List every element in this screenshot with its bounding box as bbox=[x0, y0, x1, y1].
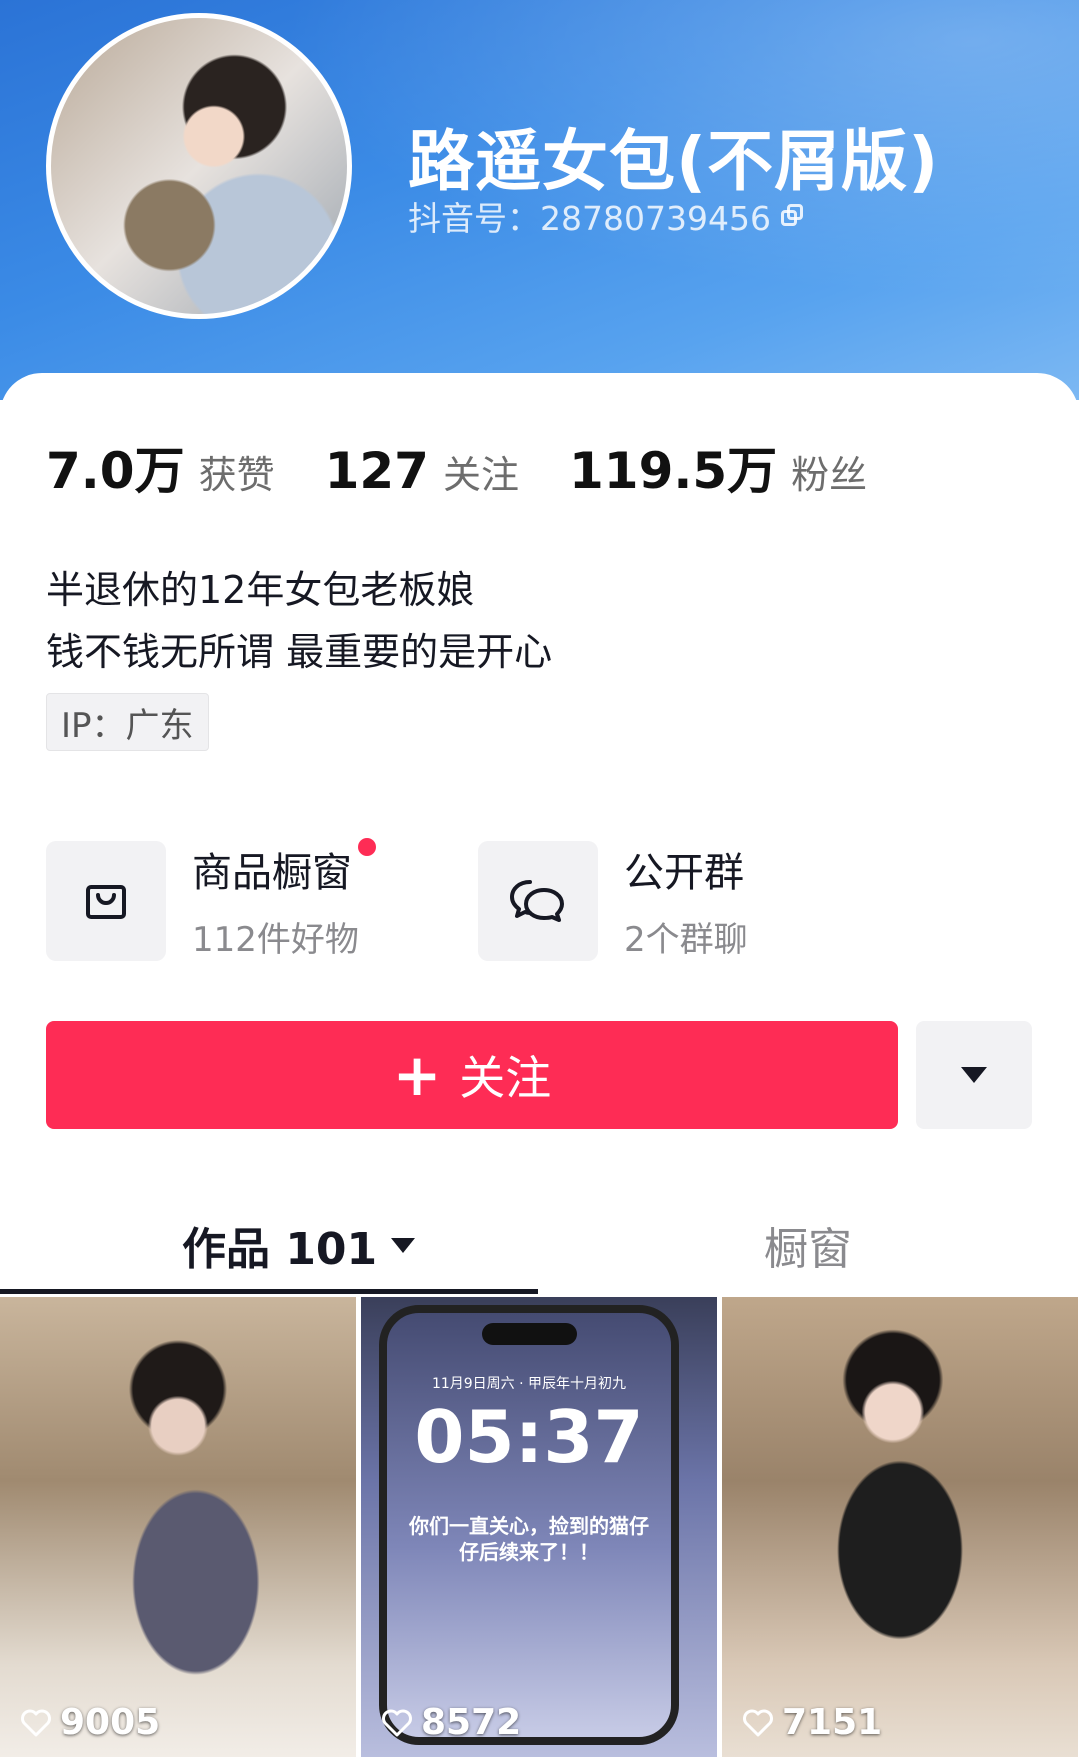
public-group-title: 公开群 bbox=[624, 850, 744, 896]
phone-screen-image: 11月9日周六 · 甲辰年十月初九 05:37 你们一直关心，捡到的猫仔仔后续来… bbox=[379, 1305, 679, 1745]
like-count: 7151 bbox=[742, 1702, 882, 1743]
lock-screen-time: 05:37 bbox=[414, 1395, 644, 1479]
profile-card: 7.0万 获赞 127 关注 119.5万 粉丝 半退休的12年女包老板娘 钱不… bbox=[0, 373, 1079, 1757]
stat-value: 127 bbox=[324, 442, 429, 500]
shopping-bag-icon bbox=[46, 840, 166, 961]
video-thumbnail[interactable]: 11月9日周六 · 甲辰年十月初九 05:37 你们一直关心，捡到的猫仔仔后续来… bbox=[361, 1297, 717, 1757]
ip-location-tag: IP：广东 bbox=[46, 693, 209, 751]
more-options-button[interactable] bbox=[916, 1021, 1032, 1129]
heart-icon bbox=[21, 1709, 51, 1736]
shop-window-title: 商品橱窗 bbox=[192, 838, 376, 898]
profile-name: 路遥女包(不屑版) bbox=[408, 123, 940, 200]
content-tabs: 作品 101 橱窗 bbox=[0, 1205, 1079, 1293]
tab-shop-window[interactable]: 橱窗 bbox=[764, 1205, 852, 1285]
follow-label: 关注 bbox=[459, 1051, 552, 1105]
shop-window-count: 112件好物 bbox=[192, 920, 359, 960]
video-caption: 你们一直关心，捡到的猫仔仔后续来了！！ bbox=[409, 1514, 649, 1564]
avatar[interactable] bbox=[46, 13, 352, 319]
public-group-count: 2个群聊 bbox=[624, 920, 748, 960]
video-thumbnail[interactable]: 7151 bbox=[722, 1297, 1078, 1757]
stat-value: 119.5万 bbox=[568, 442, 778, 500]
public-group-shortcut[interactable]: 公开群 2个群聊 bbox=[478, 840, 748, 961]
like-count: 9005 bbox=[20, 1702, 160, 1743]
plus-icon: + bbox=[392, 1041, 442, 1109]
stat-label: 粉丝 bbox=[791, 453, 868, 497]
stats-row: 7.0万 获赞 127 关注 119.5万 粉丝 bbox=[46, 431, 917, 503]
chat-bubbles-icon bbox=[478, 840, 598, 961]
douyin-id[interactable]: 抖音号：28780739456 bbox=[408, 192, 805, 240]
lock-screen-date: 11月9日周六 · 甲辰年十月初九 bbox=[431, 1376, 627, 1392]
bio-line: 钱不钱无所谓 最重要的是开心 bbox=[46, 630, 553, 674]
stat-value: 7.0万 bbox=[46, 442, 185, 500]
stat-label: 获赞 bbox=[198, 453, 275, 497]
tab-works[interactable]: 作品 101 bbox=[182, 1205, 416, 1285]
like-count: 8572 bbox=[381, 1702, 521, 1743]
heart-icon bbox=[743, 1709, 773, 1736]
bio: 半退休的12年女包老板娘 钱不钱无所谓 最重要的是开心 bbox=[46, 559, 552, 683]
stat-label: 关注 bbox=[442, 453, 519, 497]
active-tab-indicator bbox=[0, 1289, 538, 1294]
caret-down-icon bbox=[961, 1067, 987, 1083]
douyin-id-text: 抖音号：28780739456 bbox=[408, 199, 771, 238]
stat-followers[interactable]: 119.5万 粉丝 bbox=[569, 431, 867, 503]
tab-shop-label: 橱窗 bbox=[764, 1224, 852, 1275]
shop-window-shortcut[interactable]: 商品橱窗 112件好物 bbox=[46, 838, 376, 961]
follow-button[interactable]: + 关注 bbox=[46, 1021, 898, 1129]
caret-down-icon bbox=[391, 1237, 416, 1253]
video-grid: 9005 11月9日周六 · 甲辰年十月初九 05:37 你们一直关心，捡到的猫… bbox=[0, 1297, 1079, 1757]
copy-icon[interactable] bbox=[780, 204, 805, 228]
tab-works-label: 作品 101 bbox=[182, 1224, 378, 1275]
stat-likes[interactable]: 7.0万 获赞 bbox=[46, 431, 275, 503]
video-thumbnail[interactable]: 9005 bbox=[0, 1297, 356, 1757]
heart-icon bbox=[382, 1709, 412, 1736]
stat-following[interactable]: 127 关注 bbox=[325, 442, 519, 500]
notification-dot bbox=[358, 838, 376, 856]
bio-line: 半退休的12年女包老板娘 bbox=[46, 568, 475, 612]
